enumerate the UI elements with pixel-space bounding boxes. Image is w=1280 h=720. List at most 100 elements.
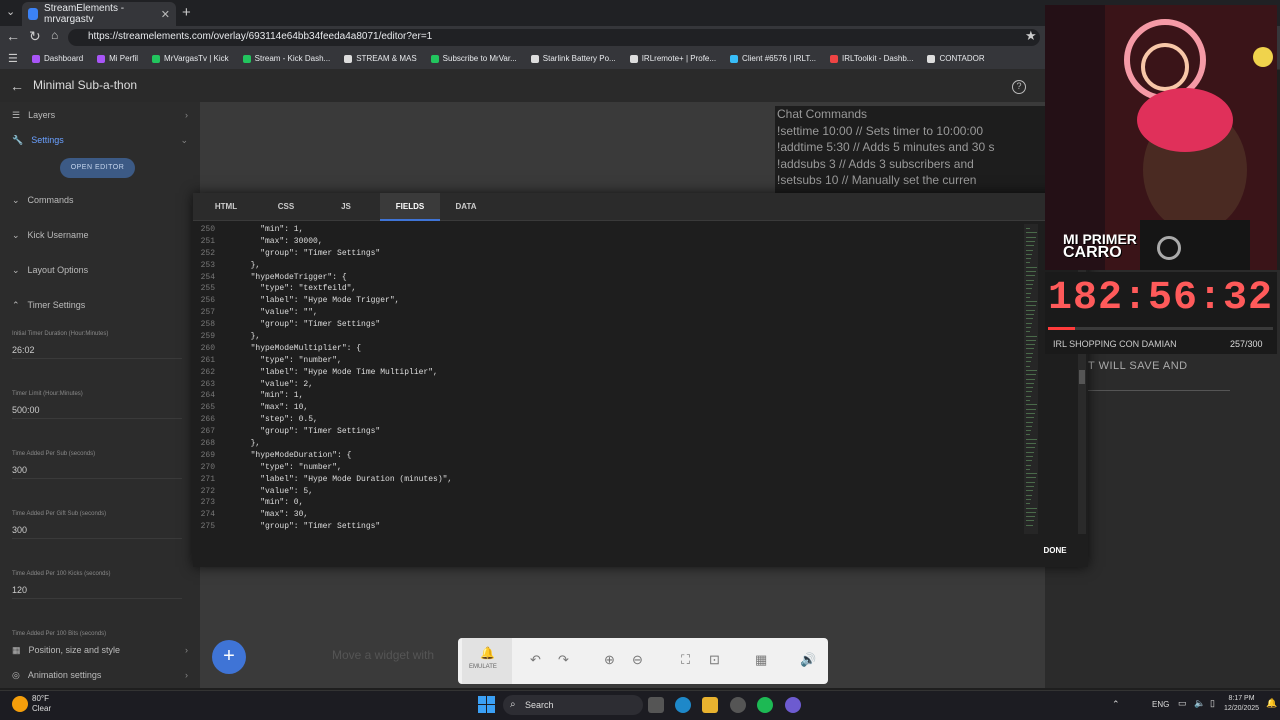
bookmark-item[interactable]: Subscribe to MrVar... [430,54,517,63]
time-per-kicks-input[interactable]: 120 [12,585,182,599]
open-editor-button[interactable]: OPEN EDITOR [60,158,135,178]
zoom-in-icon[interactable]: ⊕ [604,652,615,668]
code-line: 275 "group": "Timer Settings" [193,521,1033,533]
minimap-line [1026,443,1036,444]
initial-timer-input[interactable]: 26:02 [12,345,182,359]
taskbar-search[interactable]: Search [503,695,643,715]
minimap-line [1026,421,1033,423]
field-label: Timer Limit (Hour:Minutes) [12,391,83,397]
bookmark-item[interactable]: Stream - Kick Dash... [242,54,330,63]
reload-icon[interactable]: ↻ [29,28,41,45]
minimap-line [1026,314,1034,315]
section-timer-settings[interactable]: ⌃ Timer Settings [0,294,200,316]
minimap-line [1026,498,1031,500]
windows-start-icon[interactable] [478,696,495,713]
battery-icon[interactable]: ▯ [1210,698,1215,709]
code-text: "label": "Hype Mode Time Multiplier", [241,367,438,377]
minimap-line [1026,348,1034,350]
discord-icon[interactable] [785,697,801,713]
tab-css[interactable]: CSS [256,193,316,221]
section-layout-options[interactable]: ⌄ Layout Options [0,259,200,281]
code-text: "max": 10, [241,403,309,413]
spotify-icon[interactable] [757,697,773,713]
bookmark-icon [152,54,161,63]
chat-commands-widget[interactable]: Chat Commands !settime 10:00 // Sets tim… [775,106,1045,194]
grid-icon[interactable]: ▦ [755,652,767,668]
zoom-out-icon[interactable]: ⊖ [632,652,643,668]
volume-icon[interactable]: 🔊 [800,652,816,668]
layers-row[interactable]: ☰ Layers › [0,104,200,126]
line-number: 254 [200,272,215,282]
time-per-sub-input[interactable]: 300 [12,465,182,479]
done-button[interactable]: DONE [1036,543,1074,559]
edge-icon[interactable] [675,697,691,713]
minimap-line [1026,417,1034,419]
code-textarea[interactable]: 250 "min": 1, 251 "max": 30000, 252 "group… [193,224,1033,534]
bookmark-item[interactable]: CONTADOR [927,54,985,63]
minimap-line [1026,460,1032,462]
subathon-timer: 182:56:32 [1048,276,1274,321]
code-text: "label": "Hype Mode Trigger", [241,296,400,306]
line-number: 252 [200,248,215,258]
emulate-button[interactable] [462,638,512,684]
bookmark-item[interactable]: Dashboard [32,54,83,63]
notifications-icon[interactable]: 🔔 [1266,698,1277,709]
undo-icon[interactable]: ↶ [530,652,541,668]
back-icon[interactable]: ← [6,28,20,44]
speaker-icon[interactable]: 🔈 [1194,698,1205,709]
animation-settings-row[interactable]: ◎ Animation settings › [0,664,200,686]
bookmark-star-icon[interactable]: ★ [1025,28,1037,44]
fullscreen-icon[interactable]: ⛶ [681,652,690,668]
bookmark-item[interactable]: Starlink Battery Po... [530,54,616,63]
bookmark-item[interactable]: STREAM & MAS [344,54,417,63]
code-line: 271 "label": "Hype Mode Duration (minute… [193,474,1033,486]
tray-chevron-icon[interactable]: ⌃ [1112,699,1120,710]
command-line: !addsubs 3 // Adds 3 subscribers and [777,156,974,171]
tab-fields[interactable]: FIELDS [380,193,440,221]
home-icon[interactable]: ⌂ [51,28,58,42]
help-icon[interactable]: ? [1012,80,1026,94]
bookmark-item[interactable]: Mi Perfil [97,54,138,63]
minimap-line [1026,382,1034,384]
new-tab-icon[interactable]: + [182,4,191,21]
weather-widget[interactable]: 80°F Clear [32,694,51,714]
obs-icon[interactable] [730,697,746,713]
tab-html[interactable]: HTML [196,193,256,221]
url-field[interactable]: https://streamelements.com/overlay/69311… [68,29,1040,46]
position-size-style-row[interactable]: ▦ Position, size and style › [0,639,200,661]
minimap-line [1026,292,1031,294]
scrollbar-thumb[interactable] [1079,370,1085,384]
browser-tab[interactable]: StreamElements - mrvargastv ✕ [22,2,176,26]
section-commands[interactable]: ⌄ Commands [0,189,200,211]
menu-icon[interactable]: ☰ [8,52,18,65]
file-explorer-icon[interactable] [702,697,718,713]
line-number: 263 [200,379,215,389]
tab-data[interactable]: DATA [436,193,496,221]
time-per-gift-input[interactable]: 300 [12,525,182,539]
settings-row[interactable]: 🔧 Settings ⌄ [0,129,200,151]
back-arrow-icon[interactable]: ← [10,78,24,94]
minimap-line [1026,434,1030,436]
language-indicator[interactable]: ENG [1152,700,1169,709]
bookmark-item[interactable]: IRLToolkit - Dashb... [830,54,913,63]
task-view-icon[interactable] [648,697,664,713]
position-icon: ▦ [12,644,21,655]
tab-js[interactable]: JS [316,193,376,221]
redo-icon[interactable]: ↷ [558,652,569,668]
chevron-down-icon: ⌄ [180,134,188,145]
network-icon[interactable]: ▭ [1178,698,1187,709]
bookmark-item[interactable]: MrVargasTv | Kick [152,54,229,63]
close-tab-icon[interactable]: ✕ [161,8,170,21]
code-line: 269 "hypeModeDuration": { [193,450,1033,462]
minimap-line [1026,352,1033,354]
fit-screen-icon[interactable]: ⊡ [709,652,720,668]
timer-limit-input[interactable]: 500:00 [12,405,182,419]
add-widget-button[interactable]: + [212,640,246,674]
bookmark-item[interactable]: IRLremote+ | Profe... [629,54,716,63]
wheel-icon [1157,236,1181,260]
tab-search-icon[interactable]: ⌄ [6,5,15,18]
section-kick-username[interactable]: ⌄ Kick Username [0,224,200,246]
bookmark-item[interactable]: Client #6576 | IRLT... [730,54,816,63]
code-text: "group": "Timer Settings" [241,248,381,258]
taskbar-clock[interactable]: 8:17 PM 12/20/2025 [1224,694,1259,714]
